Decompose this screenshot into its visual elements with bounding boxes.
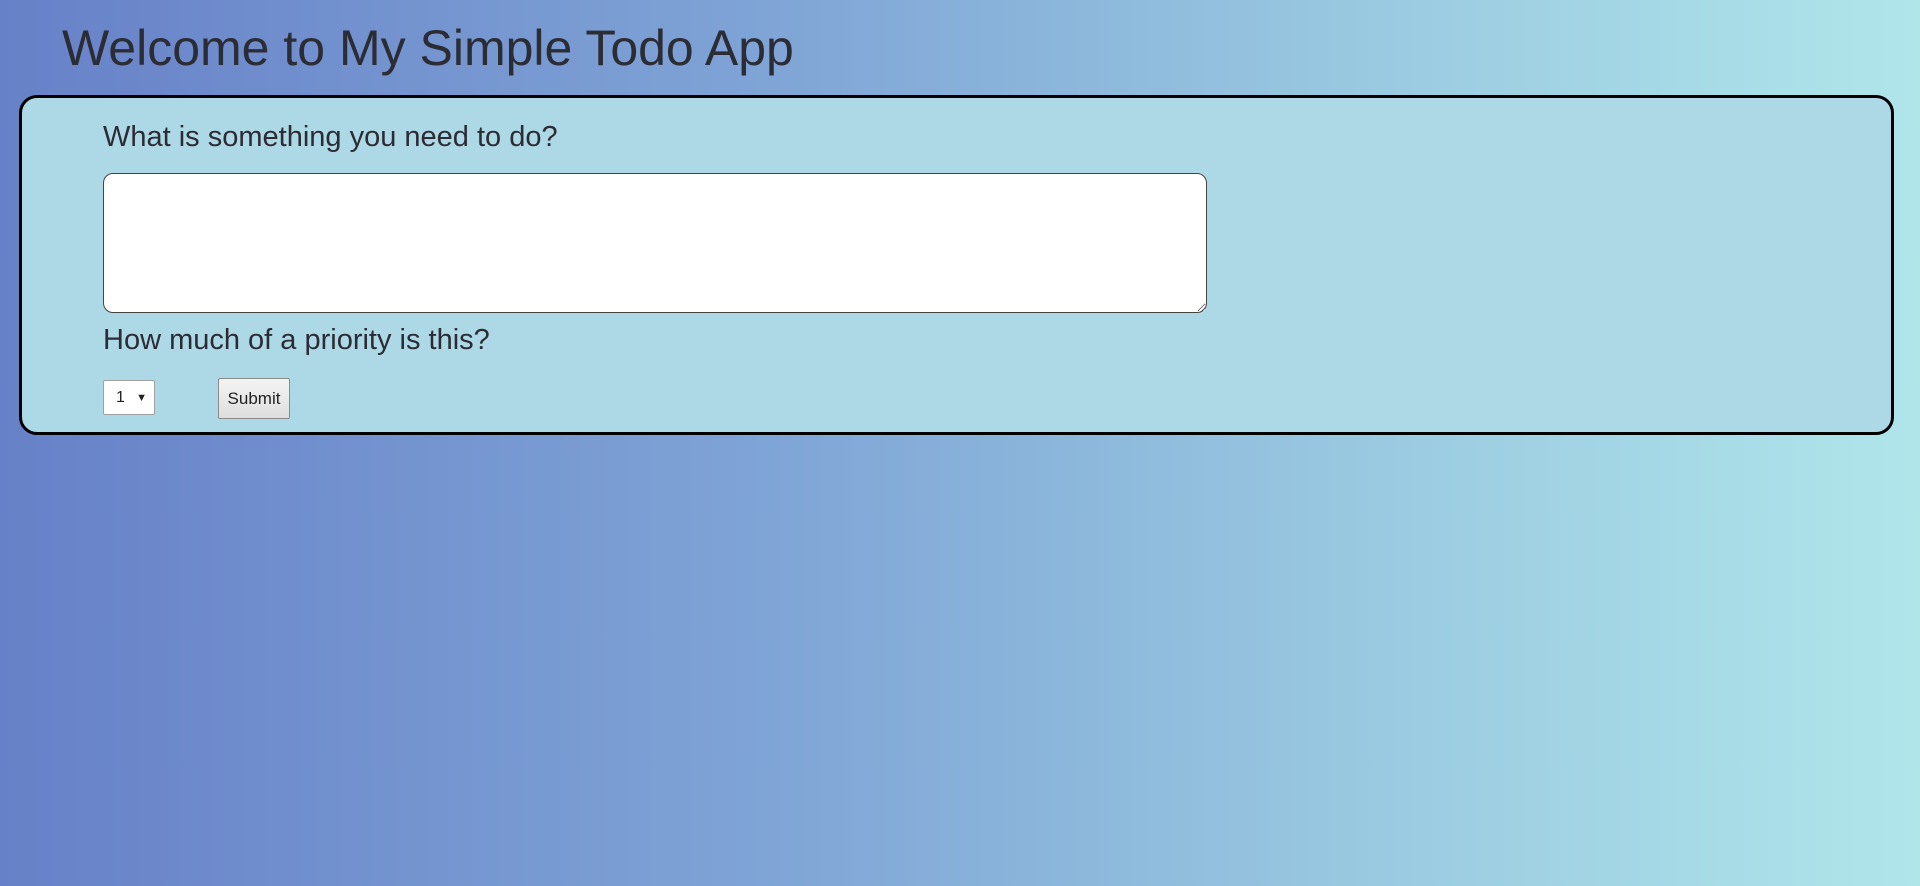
priority-select[interactable]: 1 ▼ (103, 380, 155, 415)
chevron-down-icon: ▼ (136, 392, 147, 404)
todo-form-panel: What is something you need to do? How mu… (19, 95, 1894, 435)
priority-selected-value: 1 (116, 389, 125, 406)
task-input[interactable] (103, 173, 1207, 313)
priority-label: How much of a priority is this? (103, 324, 490, 356)
task-label: What is something you need to do? (103, 121, 558, 153)
page-title: Welcome to My Simple Todo App (62, 20, 794, 76)
submit-button[interactable]: Submit (218, 378, 290, 419)
